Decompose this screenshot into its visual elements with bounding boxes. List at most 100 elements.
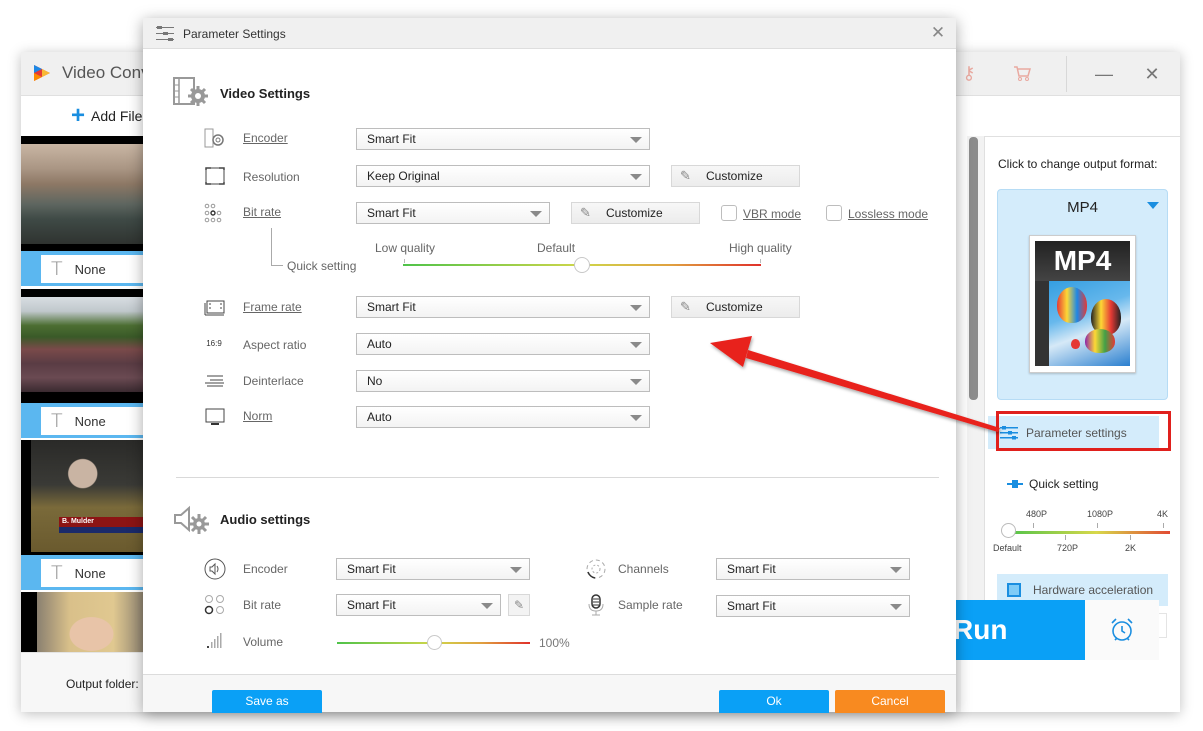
aspect-ratio-icon: 16:9 (206, 339, 222, 348)
file-thumbnail[interactable] (21, 136, 146, 251)
output-format-prompt: Click to change output format: (998, 157, 1158, 171)
output-folder-label: Output folder: (66, 677, 139, 691)
qs-tick (1033, 523, 1034, 528)
qs-tick (1065, 535, 1066, 540)
frame-rate-customize-button[interactable]: ✎ Customize (671, 296, 800, 318)
caption-name: B. Mulder (59, 517, 146, 527)
vbr-mode-label[interactable]: VBR mode (743, 207, 801, 221)
audio-bitrate-edit-button[interactable]: ✎ (508, 594, 530, 616)
aspect-ratio-select[interactable]: Auto (356, 333, 650, 355)
chip-icon (1007, 583, 1021, 597)
file-thumbnail[interactable] (21, 289, 146, 404)
pencil-icon: ✎ (513, 598, 525, 612)
add-file-button[interactable]: + Add File (71, 102, 143, 129)
audio-bitrate-select[interactable]: Smart Fit (336, 594, 501, 616)
text-icon: T (51, 258, 63, 280)
audio-encoder-select[interactable]: Smart Fit (336, 558, 530, 580)
chevron-down-icon[interactable] (1147, 202, 1159, 209)
close-icon[interactable]: ✕ (928, 23, 948, 43)
vbr-mode-checkbox[interactable] (721, 205, 737, 221)
norm-label[interactable]: Norm (243, 409, 272, 423)
encoder-label[interactable]: Encoder (243, 131, 288, 145)
plus-icon: + (71, 102, 86, 129)
run-button[interactable]: Run (935, 600, 1085, 660)
annotation-highlight-box (996, 411, 1171, 451)
audio-settings-icon (174, 505, 209, 534)
qs-tick (1097, 523, 1098, 528)
video-bitrate-select[interactable]: Smart Fit (356, 202, 550, 224)
default-quality-label: Default (537, 241, 576, 255)
subtitle-select[interactable]: T None (41, 559, 146, 587)
volume-knob[interactable] (426, 635, 442, 650)
frame-rate-icon (204, 297, 226, 317)
frame-rate-select[interactable]: Smart Fit (356, 296, 650, 318)
scrollbar-thumb[interactable] (969, 137, 978, 400)
encoder-icon (204, 128, 226, 148)
ok-button[interactable]: Ok (719, 690, 829, 713)
lossless-mode-label[interactable]: Lossless mode (848, 207, 928, 221)
resolution-select[interactable]: Keep Original (356, 165, 650, 187)
add-file-label: Add File (91, 108, 143, 124)
file-thumbnail[interactable] (21, 592, 146, 652)
output-format-selector[interactable]: MP4 MP4 (997, 189, 1168, 400)
resolution-customize-button[interactable]: ✎ Customize (671, 165, 800, 187)
chevron-down-icon (481, 603, 493, 609)
cart-icon[interactable] (1009, 60, 1035, 86)
aspect-ratio-value: Auto (367, 337, 392, 351)
balloon-image (1035, 281, 1130, 366)
pencil-icon: ✎ (680, 299, 691, 314)
qs-label-720p: 720P (1057, 543, 1079, 553)
subtitle-select[interactable]: T None (41, 407, 146, 435)
channels-select[interactable]: Smart Fit (716, 558, 910, 580)
quick-setting-knob[interactable] (1001, 523, 1016, 538)
qs-tick (1130, 535, 1131, 540)
sample-rate-select[interactable]: Smart Fit (716, 595, 910, 617)
video-encoder-value: Smart Fit (367, 132, 416, 146)
video-bitrate-value: Smart Fit (367, 206, 416, 220)
channels-value: Smart Fit (727, 562, 776, 576)
close-icon[interactable]: ✕ (1139, 62, 1165, 86)
minimize-icon[interactable]: — (1091, 62, 1117, 86)
parameter-settings-dialog: Parameter Settings ✕ Video Settings Enco… (143, 18, 956, 713)
quality-tick (404, 259, 405, 263)
subtitle-select[interactable]: T None (41, 255, 146, 283)
chevron-down-icon (890, 567, 902, 573)
bitrate-customize-button[interactable]: ✎ Customize (571, 202, 700, 224)
lossless-mode-checkbox[interactable] (826, 205, 842, 221)
chevron-down-icon (630, 305, 642, 311)
subtitle-value: None (74, 413, 106, 429)
quality-tick (760, 259, 761, 263)
volume-label: Volume (243, 635, 284, 649)
pencil-icon: ✎ (680, 168, 691, 183)
file-thumbnail[interactable]: B. Mulder (21, 440, 146, 555)
frame-rate-label[interactable]: Frame rate (243, 300, 302, 314)
quick-setting-slider[interactable] (1007, 531, 1170, 534)
customize-label: Customize (706, 300, 763, 314)
microphone-icon (585, 594, 607, 616)
key-icon[interactable]: ⚷ (956, 60, 982, 86)
text-icon: T (51, 562, 63, 584)
cancel-button[interactable]: Cancel (835, 690, 945, 713)
chevron-down-icon (510, 567, 522, 573)
high-quality-label: High quality (729, 241, 792, 255)
dialog-footer: Save as Ok Cancel (143, 674, 956, 713)
video-encoder-select[interactable]: Smart Fit (356, 128, 650, 150)
qs-label-default: Default (993, 543, 1022, 553)
hardware-acceleration-label: Hardware acceleration (1033, 583, 1154, 597)
bitrate-label[interactable]: Bit rate (243, 205, 281, 219)
bracket-line (271, 265, 283, 266)
quick-setting-label: Quick setting (1029, 477, 1099, 491)
channels-icon (585, 558, 607, 579)
section-divider (176, 477, 939, 478)
channels-label: Channels (618, 562, 669, 576)
alarm-clock-icon[interactable] (1085, 600, 1159, 660)
save-as-button[interactable]: Save as (212, 690, 322, 713)
quick-setting-label: Quick setting (287, 259, 357, 273)
norm-select[interactable]: Auto (356, 406, 650, 428)
video-quality-knob[interactable] (574, 257, 590, 273)
deinterlace-select[interactable]: No (356, 370, 650, 392)
app-logo-icon (34, 65, 50, 81)
chevron-down-icon (630, 174, 642, 180)
mp4-format-icon: MP4 (1029, 235, 1136, 373)
quick-setting-title: Quick setting (1007, 477, 1098, 491)
